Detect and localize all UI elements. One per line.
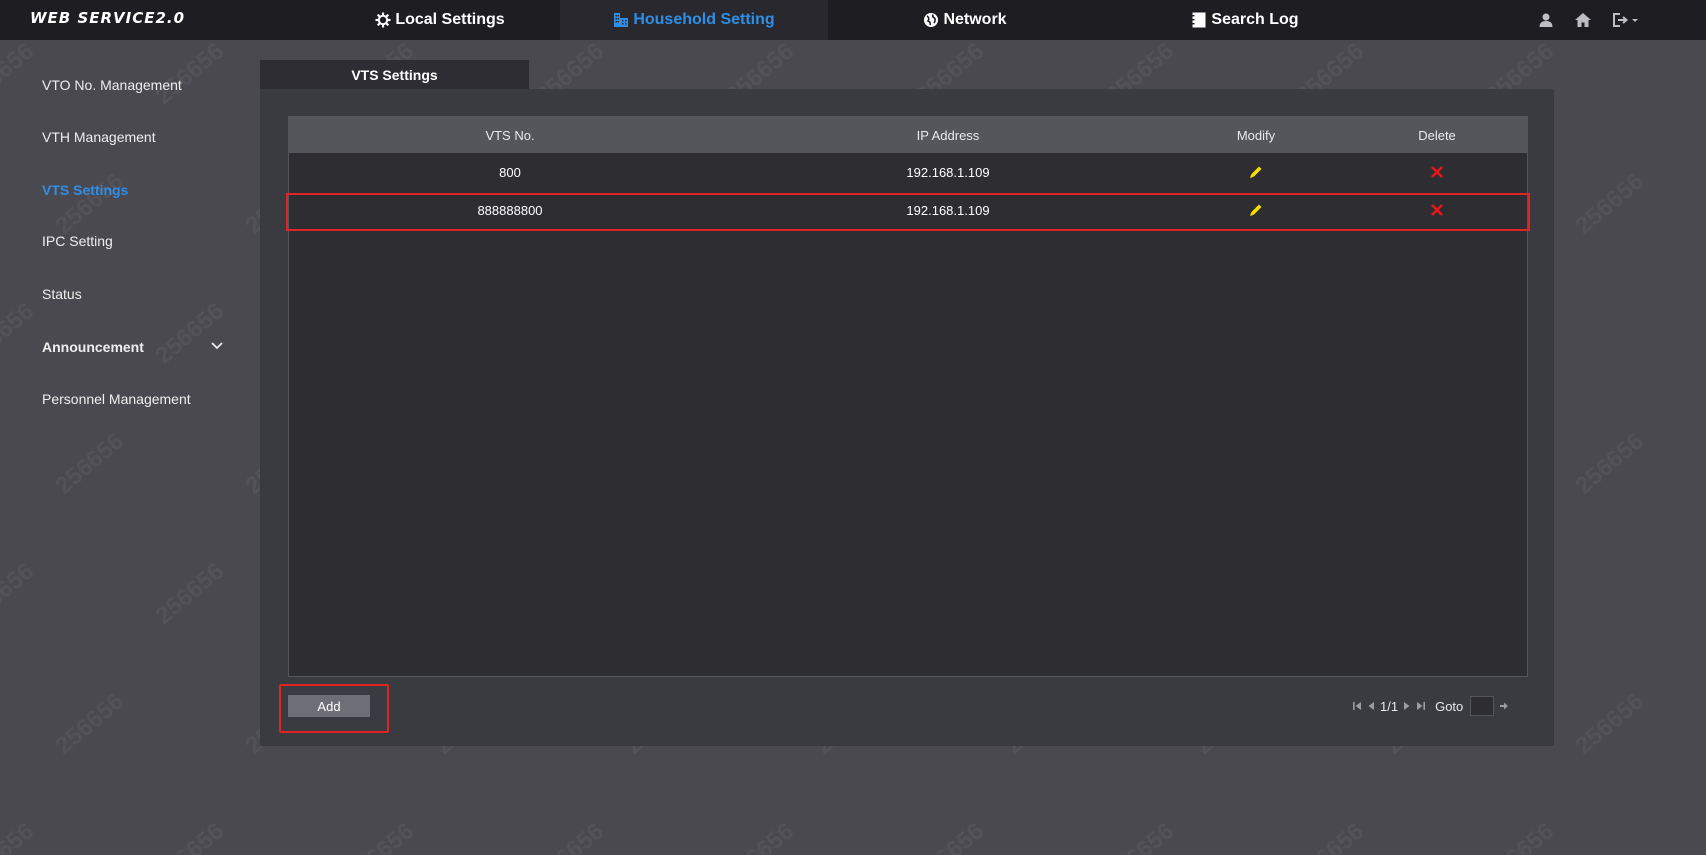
goto-arrow-icon[interactable] xyxy=(1499,701,1509,711)
pencil-icon[interactable] xyxy=(1248,164,1264,180)
watermark-text: 256656 xyxy=(530,817,610,855)
ip-address-cell: 192.168.1.109 xyxy=(906,164,990,180)
sidebar-item-vth-management[interactable]: VTH Management xyxy=(42,129,156,145)
nav-tab-household-setting[interactable]: Household Setting xyxy=(560,0,828,40)
table-row: 800 192.168.1.109 xyxy=(289,153,1527,191)
vts-table: VTS No. IP Address Modify Delete 800 192… xyxy=(288,116,1528,677)
add-button[interactable]: Add xyxy=(288,695,370,717)
watermark-text: 256656 xyxy=(50,687,130,760)
watermark-text: 256656 xyxy=(150,817,230,855)
page-indicator: 1/1 xyxy=(1380,698,1399,714)
next-page-icon[interactable] xyxy=(1403,701,1411,711)
top-right-icons xyxy=(1538,0,1640,40)
sidebar-item-vts-settings[interactable]: VTS Settings xyxy=(42,182,128,198)
chevron-down-icon[interactable] xyxy=(210,341,224,351)
tab-vts-settings[interactable]: VTS Settings xyxy=(260,60,529,89)
first-page-icon[interactable] xyxy=(1352,701,1362,711)
table-row: 888888800 192.168.1.109 xyxy=(289,191,1527,229)
watermark-text: 256656 xyxy=(150,37,230,110)
nav-tab-label: Household Setting xyxy=(633,11,775,28)
goto-page-input[interactable] xyxy=(1470,696,1495,716)
table-header: VTS No. IP Address Modify Delete xyxy=(289,117,1527,153)
ip-address-cell: 192.168.1.109 xyxy=(906,202,990,218)
watermark-text: 256656 xyxy=(1570,427,1650,500)
nav-tab-label: Search Log xyxy=(1211,11,1299,28)
watermark-text: 256656 xyxy=(0,557,40,630)
sidebar-item-status[interactable]: Status xyxy=(42,286,82,302)
watermark-text: 256656 xyxy=(50,167,130,240)
logout-icon[interactable] xyxy=(1612,12,1640,28)
column-header-vts-no: VTS No. xyxy=(485,127,535,143)
top-nav-bar: WEB SERVICE2.0 Local Settings Household … xyxy=(0,0,1706,40)
watermark-text: 256656 xyxy=(150,557,230,630)
goto-label: Goto xyxy=(1435,698,1464,714)
watermark-text: 256656 xyxy=(0,297,40,370)
watermark-text: 256656 xyxy=(340,817,420,855)
watermark-text: 256656 xyxy=(1290,817,1370,855)
sidebar-item-personnel-management[interactable]: Personnel Management xyxy=(42,391,191,407)
watermark-text: 256656 xyxy=(720,817,800,855)
watermark-text: 256656 xyxy=(0,817,40,855)
sidebar-item-vto-no-management[interactable]: VTO No. Management xyxy=(42,77,182,93)
globe-icon xyxy=(924,13,939,27)
gear-icon xyxy=(375,12,391,28)
sidebar-item-announcement[interactable]: Announcement xyxy=(42,339,144,355)
watermark-text: 256656 xyxy=(0,37,40,110)
watermark-text: 256656 xyxy=(1100,817,1180,855)
column-header-modify: Modify xyxy=(1236,127,1276,143)
home-icon[interactable] xyxy=(1574,12,1592,28)
column-header-ip-address: IP Address xyxy=(916,127,980,143)
user-icon[interactable] xyxy=(1538,12,1554,28)
sidebar-item-ipc-setting[interactable]: IPC Setting xyxy=(42,233,113,249)
nav-tab-label: Network xyxy=(943,11,1007,28)
last-page-icon[interactable] xyxy=(1416,701,1426,711)
brand-logo: WEB SERVICE2.0 xyxy=(30,9,186,27)
delete-x-icon[interactable] xyxy=(1430,203,1444,217)
nav-tab-search-log[interactable]: Search Log xyxy=(1160,0,1330,40)
pagination: 1/1 Goto xyxy=(1352,695,1509,717)
watermark-text: 256656 xyxy=(50,427,130,500)
document-icon xyxy=(1191,12,1206,28)
delete-x-icon[interactable] xyxy=(1430,165,1444,179)
vts-settings-panel: VTS No. IP Address Modify Delete 800 192… xyxy=(260,89,1554,746)
prev-page-icon[interactable] xyxy=(1367,701,1375,711)
column-header-delete: Delete xyxy=(1418,127,1456,143)
nav-tab-network[interactable]: Network xyxy=(880,0,1050,40)
watermark-text: 256656 xyxy=(1480,817,1560,855)
building-icon xyxy=(614,13,629,27)
watermark-text: 256656 xyxy=(150,297,230,370)
nav-tab-local-settings[interactable]: Local Settings xyxy=(340,0,540,40)
watermark-text: 256656 xyxy=(1570,687,1650,760)
watermark-text: 256656 xyxy=(1570,167,1650,240)
pencil-icon[interactable] xyxy=(1248,202,1264,218)
nav-tab-label: Local Settings xyxy=(395,11,505,28)
vts-no-cell: 888888800 xyxy=(477,202,543,218)
watermark-text: 256656 xyxy=(910,817,990,855)
vts-no-cell: 800 xyxy=(499,164,521,180)
